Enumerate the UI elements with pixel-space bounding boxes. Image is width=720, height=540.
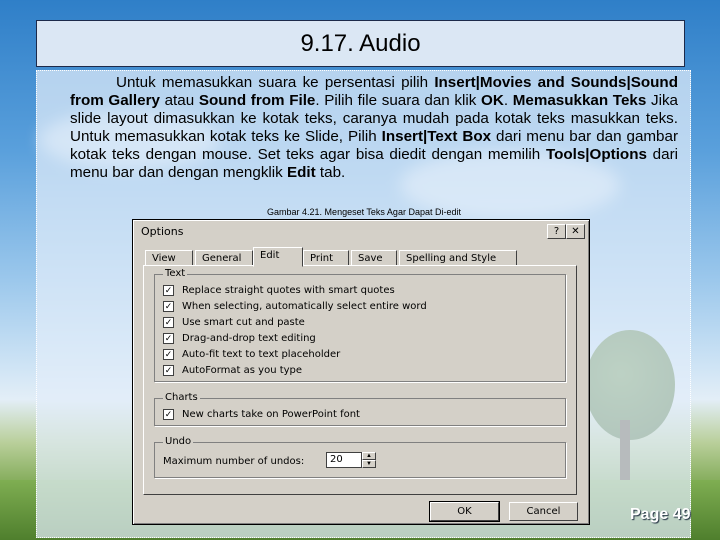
charts-group-label: Charts (163, 392, 200, 403)
option-label: When selecting, automatically select ent… (182, 300, 427, 312)
paragraph-bold-segment: Tools|Options (545, 146, 647, 163)
dialog-title: Options (141, 224, 184, 238)
ok-button[interactable]: OK (429, 501, 500, 522)
option-smart-cut-paste[interactable]: ✓ Use smart cut and paste (163, 315, 305, 329)
tab-view[interactable]: View (145, 250, 193, 266)
figure-caption: Gambar 4.21. Mengeset Teks Agar Dapat Di… (267, 207, 461, 217)
option-auto-fit-text[interactable]: ✓ Auto-fit text to text placeholder (163, 347, 340, 361)
option-smart-quotes[interactable]: ✓ Replace straight quotes with smart quo… (163, 283, 395, 297)
paragraph-segment: Untuk memasukkan suara ke persentasi pil… (116, 74, 435, 91)
option-label: Use smart cut and paste (182, 316, 305, 328)
spin-down-icon[interactable]: ▼ (362, 460, 376, 468)
undo-group-label: Undo (163, 436, 194, 447)
checkbox[interactable]: ✓ (163, 300, 174, 312)
charts-group: Charts ✓ New charts take on PowerPoint f… (154, 392, 566, 426)
paragraph-segment: tab. (315, 164, 346, 181)
paragraph-bold-segment: OK (481, 92, 504, 109)
option-chart-font[interactable]: ✓ New charts take on PowerPoint font (163, 407, 360, 421)
option-autoformat[interactable]: ✓ AutoFormat as you type (163, 363, 302, 377)
dialog-titlebar: Options ? ✕ (135, 222, 587, 240)
spin-up-icon[interactable]: ▲ (362, 452, 376, 460)
checkbox[interactable]: ✓ (163, 316, 174, 328)
max-undos-input[interactable]: 20 (326, 452, 362, 468)
tab-edit[interactable]: Edit (253, 247, 303, 267)
paragraph-segment: atau (159, 92, 199, 109)
option-label: New charts take on PowerPoint font (182, 408, 360, 420)
checkbox[interactable]: ✓ (163, 408, 174, 420)
tab-general[interactable]: General (195, 250, 253, 266)
paragraph-segment: . Pilih file suara dan klik (315, 92, 482, 109)
paragraph-bold-segment: Insert|Text Box (381, 128, 492, 145)
checkbox[interactable]: ✓ (163, 332, 174, 344)
cancel-button[interactable]: Cancel (509, 502, 578, 521)
close-button[interactable]: ✕ (566, 224, 585, 239)
text-group: Text ✓ Replace straight quotes with smar… (154, 268, 566, 382)
option-label: AutoFormat as you type (182, 364, 303, 376)
page-number: Page 49 (630, 506, 691, 523)
checkbox[interactable]: ✓ (163, 348, 174, 360)
option-label: Drag-and-drop text editing (182, 332, 316, 344)
text-group-label: Text (163, 268, 188, 279)
paragraph-bold-segment: Sound from File (198, 92, 316, 109)
tab-spelling-and-style[interactable]: Spelling and Style (399, 250, 517, 266)
option-label: Auto-fit text to text placeholder (182, 348, 341, 360)
tab-save[interactable]: Save (351, 250, 397, 266)
undo-spinner: ▲ ▼ (362, 452, 376, 468)
option-select-entire-word[interactable]: ✓ When selecting, automatically select e… (163, 299, 427, 313)
checkbox[interactable]: ✓ (163, 364, 174, 376)
paragraph-segment: . (503, 92, 513, 109)
checkbox[interactable]: ✓ (163, 284, 174, 296)
slide-paragraph: Untuk memasukkan suara ke persentasi pil… (70, 74, 678, 182)
max-undos-label: Maximum number of undos: (163, 456, 305, 467)
options-dialog: Options ? ✕ View General Edit Print Save… (132, 219, 590, 525)
option-label: Replace straight quotes with smart quote… (182, 284, 395, 296)
undo-group: Undo Maximum number of undos: 20 ▲ ▼ (154, 436, 566, 478)
paragraph-bold-segment: Edit (287, 164, 316, 181)
help-button[interactable]: ? (547, 224, 566, 239)
edit-tab-panel: Text ✓ Replace straight quotes with smar… (143, 265, 577, 495)
paragraph-bold-segment: Memasukkan Teks (512, 92, 647, 109)
slide-title: 9.17. Audio (300, 29, 421, 57)
tab-print[interactable]: Print (303, 250, 349, 266)
option-drag-drop-editing[interactable]: ✓ Drag-and-drop text editing (163, 331, 316, 345)
slide-title-box: 9.17. Audio (36, 20, 685, 67)
